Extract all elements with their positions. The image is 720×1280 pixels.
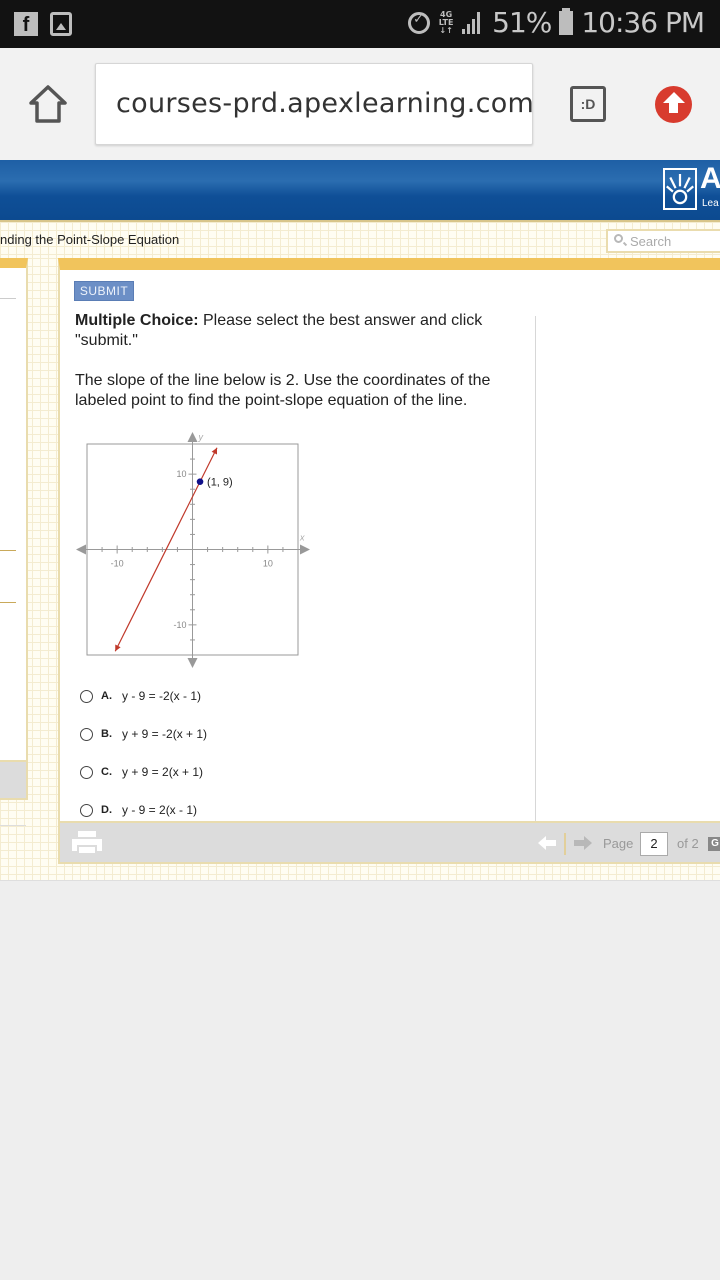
choice-a[interactable]: A. y - 9 = -2(x - 1) [80, 686, 201, 706]
apex-header: A Lea [0, 160, 720, 220]
y-tick-label-neg: -10 [173, 620, 186, 630]
next-page-arrow-icon[interactable] [574, 836, 592, 850]
y-tick-label-pos: 10 [176, 469, 186, 479]
choice-letter: C. [101, 766, 112, 778]
question-prompt: The slope of the line below is 2. Use th… [75, 372, 491, 409]
apex-logo-icon [663, 168, 697, 210]
clock-time: 10:36 PM [581, 6, 705, 39]
choice-letter: B. [101, 728, 112, 740]
choice-equation: y - 9 = -2(x - 1) [122, 689, 202, 703]
lesson-header: nding the Point-Slope Equation Search [0, 220, 720, 258]
choice-d[interactable]: D. y - 9 = 2(x - 1) [80, 800, 197, 820]
empty-page-area [0, 880, 720, 1280]
lesson-title: nding the Point-Slope Equation [0, 232, 180, 247]
browser-toolbar: courses-prd.apexlearning.com/ :D [0, 48, 720, 160]
url-text: courses-prd.apexlearning.com/ [116, 88, 533, 119]
divider [0, 550, 16, 551]
page-total: of 2 [677, 836, 699, 851]
x-axis-label: x [299, 533, 305, 543]
go-button[interactable]: G [708, 837, 720, 851]
left-panel-footer [0, 760, 28, 800]
x-tick-label-pos: 10 [263, 559, 273, 569]
radio-button[interactable] [80, 689, 93, 703]
choice-letter: A. [101, 690, 112, 702]
coordinate-graph: -10 10 10 -10 x y (1, 9) [76, 432, 310, 668]
tabs-button[interactable]: :D [570, 86, 606, 122]
page-label: Page [603, 836, 634, 851]
y-axis-label: y [198, 432, 204, 442]
vertical-divider [535, 316, 536, 821]
page-number-input[interactable]: 2 [640, 832, 668, 856]
instruction-bold: Multiple Choice: [75, 312, 199, 329]
url-bar[interactable]: courses-prd.apexlearning.com/ [95, 63, 533, 145]
battery-percent: 51% [492, 6, 552, 39]
radio-button[interactable] [80, 765, 93, 779]
divider [0, 298, 16, 299]
print-icon[interactable] [72, 831, 102, 857]
y-axis-arrow-up [187, 432, 198, 442]
alarm-icon [408, 11, 431, 34]
question-footer: Page 2 of 2 G [60, 821, 720, 862]
search-placeholder: Search [630, 234, 672, 249]
radio-button[interactable] [80, 803, 93, 817]
x-axis-arrow-right [300, 544, 310, 555]
instruction-text: Multiple Choice: Please select the best … [75, 311, 525, 351]
4g-lte-icon: 4G LTE ↓↑ [438, 9, 454, 35]
facebook-icon: f [14, 12, 38, 36]
battery-charging-icon [559, 7, 574, 35]
radio-button[interactable] [80, 727, 93, 741]
previous-page-arrow-icon[interactable] [538, 836, 556, 850]
home-icon[interactable] [26, 82, 70, 126]
choice-b[interactable]: B. y + 9 = -2(x + 1) [80, 724, 207, 744]
divider [0, 825, 26, 826]
choice-equation: y + 9 = -2(x + 1) [122, 727, 208, 741]
x-tick-label-neg: -10 [111, 559, 124, 569]
x-axis-arrow-left [76, 544, 86, 555]
gallery-icon [50, 12, 72, 36]
choice-equation: y + 9 = 2(x + 1) [122, 765, 204, 779]
choice-letter: D. [101, 804, 112, 816]
submit-button[interactable]: SUBMIT [74, 281, 134, 301]
divider [0, 602, 16, 603]
y-axis-arrow-down [187, 658, 198, 668]
choice-c[interactable]: C. y + 9 = 2(x + 1) [80, 762, 203, 782]
upload-arrow-icon[interactable] [655, 86, 692, 123]
status-bar: f 4GLTE↓↑ 51% 10:36 PM [0, 0, 720, 48]
apex-logo-subtext: Lea [702, 198, 719, 209]
choice-equation: y - 9 = 2(x - 1) [122, 803, 198, 817]
nav-separator [564, 833, 566, 855]
signal-icon [462, 11, 484, 34]
search-icon [614, 234, 623, 243]
search-input[interactable]: Search [606, 229, 720, 253]
labeled-point [196, 478, 204, 485]
left-panel [0, 258, 28, 800]
apex-logo-text: A [700, 162, 720, 195]
point-label: (1, 9) [207, 477, 233, 489]
